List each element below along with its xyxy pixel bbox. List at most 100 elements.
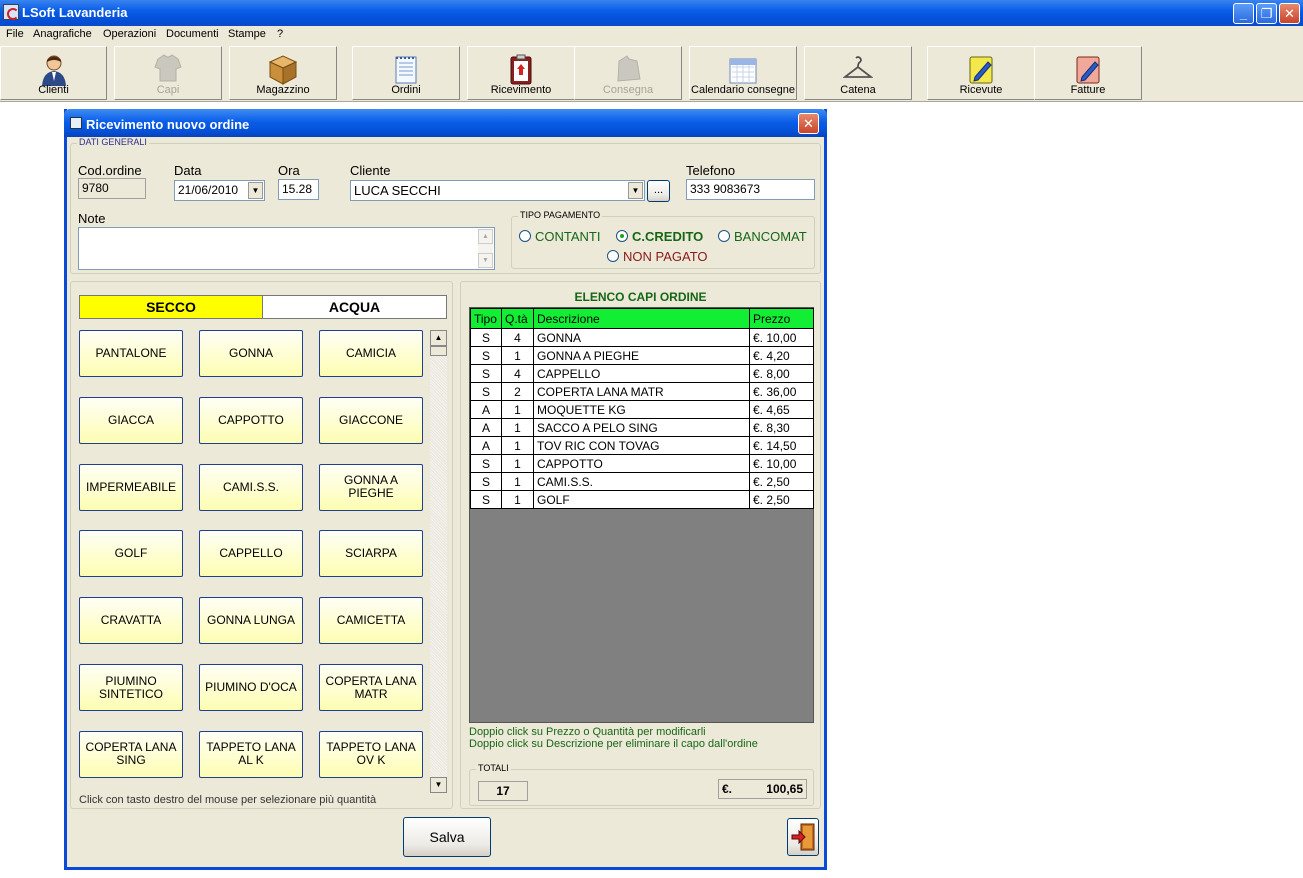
cell-tipo[interactable]: A: [470, 436, 502, 455]
garment-button[interactable]: COPERTA LANA SING: [79, 730, 183, 778]
garment-button[interactable]: CAPPOTTO: [199, 396, 303, 444]
exit-button[interactable]: [787, 818, 819, 856]
cliente-browse-button[interactable]: ...: [647, 180, 670, 202]
menu-file[interactable]: File: [6, 28, 24, 40]
order-row[interactable]: S 1 GONNA A PIEGHE €. 4,20: [470, 346, 814, 365]
cell-prezzo[interactable]: €. 4,65: [749, 400, 814, 419]
menu-stampe[interactable]: Stampe: [228, 28, 266, 40]
column-prezzo[interactable]: Prezzo: [749, 308, 814, 329]
cell-descrizione[interactable]: GONNA A PIEGHE: [533, 346, 750, 365]
garment-button[interactable]: IMPERMEABILE: [79, 463, 183, 511]
cell-descrizione[interactable]: COPERTA LANA MATR: [533, 382, 750, 401]
cell-descrizione[interactable]: GOLF: [533, 490, 750, 509]
data-dropdown-icon[interactable]: ▼: [248, 182, 263, 199]
telefono-field[interactable]: 333 9083673: [686, 179, 815, 200]
cell-prezzo[interactable]: €. 8,00: [749, 364, 814, 383]
toolbar-clienti-button[interactable]: Clienti: [0, 46, 107, 100]
menu-operazioni[interactable]: Operazioni: [103, 28, 156, 40]
garment-button[interactable]: TAPPETO LANA OV K: [319, 730, 423, 778]
toolbar-ricevute-button[interactable]: Ricevute: [927, 46, 1035, 100]
cell-tipo[interactable]: S: [470, 328, 502, 347]
cell-prezzo[interactable]: €. 4,20: [749, 346, 814, 365]
toolbar-ricevimento-button[interactable]: Ricevimento: [467, 46, 575, 100]
garment-button[interactable]: CAMICETTA: [319, 597, 423, 645]
garment-button[interactable]: PIUMINO SINTETICO: [79, 664, 183, 711]
cell-prezzo[interactable]: €. 36,00: [749, 382, 814, 401]
cell-qta[interactable]: 1: [501, 436, 534, 455]
payment-credito-radio[interactable]: C.CREDITO: [616, 229, 703, 244]
dialog-title-bar[interactable]: Ricevimento nuovo ordine ✕: [64, 109, 827, 137]
payment-bancomat-radio[interactable]: BANCOMAT: [718, 229, 807, 244]
toolbar-ordini-button[interactable]: Ordini: [352, 46, 460, 100]
garments-scroll-down-icon[interactable]: ▼: [430, 777, 447, 793]
cell-qta[interactable]: 4: [501, 364, 534, 383]
cell-tipo[interactable]: S: [470, 490, 502, 509]
cell-qta[interactable]: 1: [501, 418, 534, 437]
garment-button[interactable]: TAPPETO LANA AL K: [199, 730, 303, 778]
cell-tipo[interactable]: S: [470, 454, 502, 473]
order-row[interactable]: A 1 TOV RIC CON TOVAG €. 14,50: [470, 436, 814, 455]
cell-descrizione[interactable]: SACCO A PELO SING: [533, 418, 750, 437]
garment-button[interactable]: PANTALONE: [79, 330, 183, 377]
note-textarea[interactable]: ▲ ▼: [78, 227, 495, 270]
toolbar-consegna-button[interactable]: Consegna: [574, 46, 682, 100]
payment-non-pagato-radio[interactable]: NON PAGATO: [607, 249, 708, 264]
order-row[interactable]: S 2 COPERTA LANA MATR €. 36,00: [470, 382, 814, 401]
garments-scroll-up-icon[interactable]: ▲: [430, 330, 447, 346]
cell-tipo[interactable]: S: [470, 364, 502, 383]
cell-tipo[interactable]: S: [470, 472, 502, 491]
garment-button[interactable]: CAMICIA: [319, 330, 423, 377]
cell-prezzo[interactable]: €. 10,00: [749, 454, 814, 473]
garments-scrollbar[interactable]: ▲ ▼: [430, 330, 447, 793]
order-grid[interactable]: Tipo Q.tà Descrizione Prezzo S 4 GONNA €. 1…: [469, 307, 814, 723]
restore-button[interactable]: ❐: [1256, 3, 1277, 24]
cell-qta[interactable]: 1: [501, 400, 534, 419]
column-qta[interactable]: Q.tà: [501, 308, 534, 329]
garment-button[interactable]: COPERTA LANA MATR: [319, 664, 423, 711]
cell-descrizione[interactable]: CAPPELLO: [533, 364, 750, 383]
data-picker[interactable]: 21/06/2010 ▼: [174, 180, 265, 201]
garment-button[interactable]: PIUMINO D'OCA: [199, 664, 303, 711]
cell-qta[interactable]: 1: [501, 490, 534, 509]
order-row[interactable]: A 1 MOQUETTE KG €. 4,65: [470, 400, 814, 419]
cell-prezzo[interactable]: €. 2,50: [749, 490, 814, 509]
note-scrollbar[interactable]: ▲ ▼: [478, 229, 493, 268]
cell-qta[interactable]: 2: [501, 382, 534, 401]
order-row[interactable]: A 1 SACCO A PELO SING €. 8,30: [470, 418, 814, 437]
cell-qta[interactable]: 1: [501, 454, 534, 473]
garment-button[interactable]: GONNA LUNGA: [199, 597, 303, 645]
garment-button[interactable]: GIACCA: [79, 396, 183, 444]
menu-help[interactable]: ?: [277, 28, 283, 40]
cell-prezzo[interactable]: €. 2,50: [749, 472, 814, 491]
order-row[interactable]: S 1 CAPPOTTO €. 10,00: [470, 454, 814, 473]
order-row[interactable]: S 1 CAMI.S.S. €. 2,50: [470, 472, 814, 491]
menu-anagrafiche[interactable]: Anagrafiche: [33, 28, 92, 40]
cell-qta[interactable]: 1: [501, 346, 534, 365]
dialog-close-button[interactable]: ✕: [798, 113, 819, 134]
cell-tipo[interactable]: A: [470, 400, 502, 419]
cell-descrizione[interactable]: GONNA: [533, 328, 750, 347]
tab-acqua[interactable]: ACQUA: [262, 295, 447, 319]
garment-button[interactable]: GONNA: [199, 330, 303, 377]
cell-qta[interactable]: 4: [501, 328, 534, 347]
garment-button[interactable]: GOLF: [79, 530, 183, 578]
save-button[interactable]: Salva: [403, 817, 491, 857]
garment-button[interactable]: GIACCONE: [319, 396, 423, 444]
order-row[interactable]: S 4 CAPPELLO €. 8,00: [470, 364, 814, 383]
cell-descrizione[interactable]: CAPPOTTO: [533, 454, 750, 473]
cell-descrizione[interactable]: CAMI.S.S.: [533, 472, 750, 491]
cell-descrizione[interactable]: MOQUETTE KG: [533, 400, 750, 419]
toolbar-calendario-button[interactable]: Calendario consegne: [689, 46, 797, 100]
garment-button[interactable]: GONNA A PIEGHE: [319, 463, 423, 511]
cell-tipo[interactable]: A: [470, 418, 502, 437]
toolbar-fatture-button[interactable]: Fatture: [1034, 46, 1142, 100]
garment-button[interactable]: CAPPELLO: [199, 530, 303, 578]
tab-secco[interactable]: SECCO: [79, 295, 263, 319]
toolbar-magazzino-button[interactable]: Magazzino: [229, 46, 337, 100]
close-button[interactable]: ✕: [1279, 3, 1300, 24]
order-row[interactable]: S 1 GOLF €. 2,50: [470, 490, 814, 509]
cell-tipo[interactable]: S: [470, 346, 502, 365]
note-scroll-up-icon[interactable]: ▲: [478, 229, 493, 244]
app-title-bar[interactable]: LSoft Lavanderia _ ❐ ✕: [0, 0, 1303, 26]
cell-qta[interactable]: 1: [501, 472, 534, 491]
